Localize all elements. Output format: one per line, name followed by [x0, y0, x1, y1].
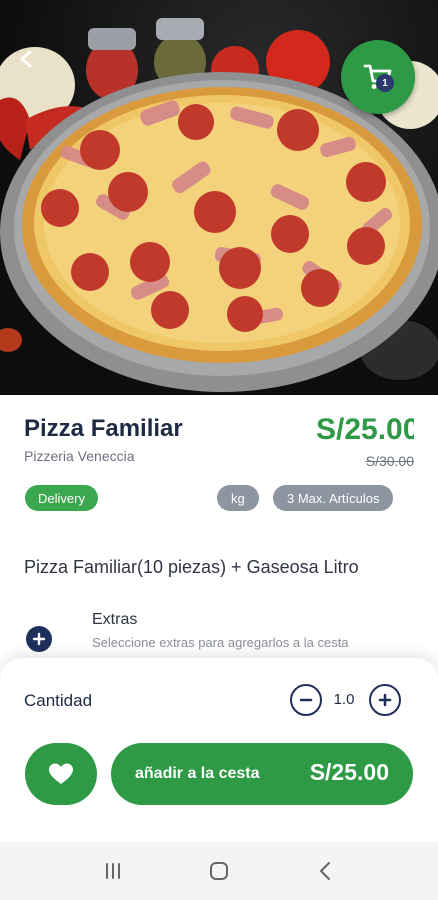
add-to-cart-sheet: Cantidad 1.0 añadir a la cesta S/25.00: [0, 658, 438, 842]
heart-icon: [49, 763, 73, 784]
max-items-badge: 3 Max. Artículos: [273, 485, 394, 511]
system-navigation-bar: [0, 842, 438, 900]
nav-back-button[interactable]: [305, 851, 345, 891]
add-extras-button[interactable]: [26, 626, 52, 652]
home-icon: [210, 862, 228, 880]
product-description: Pizza Familiar(10 piezas) + Gaseosa Litr…: [24, 557, 359, 577]
quantity-increase-button[interactable]: [369, 684, 401, 716]
cart-count-badge: 1: [376, 74, 394, 92]
add-to-cart-price: S/25.00: [309, 759, 389, 785]
recents-icon: [106, 863, 120, 879]
plus-circle-icon: [32, 632, 46, 646]
back-chevron-icon: [320, 862, 330, 880]
unit-badge: kg: [217, 485, 259, 511]
add-to-cart-label: añadir a la cesta: [135, 765, 260, 782]
add-to-cart-button[interactable]: añadir a la cesta S/25.00: [111, 743, 413, 805]
favorite-button[interactable]: [25, 743, 97, 805]
product-old-price: S/30.00: [365, 453, 414, 469]
plus-circle-icon: [378, 693, 392, 707]
extras-title: Extras: [92, 611, 138, 628]
restaurant-name: Pizzeria Veneccia: [24, 448, 135, 464]
quantity-label: Cantidad: [24, 691, 93, 710]
back-button[interactable]: [16, 48, 52, 84]
extras-subtitle: Seleccione extras para agregarlos a la c…: [92, 635, 349, 650]
nav-recents-button[interactable]: [93, 851, 133, 891]
product-details: Pizza Familiar Pizzeria Veneccia S/25.00…: [0, 395, 438, 675]
delivery-badge: Delivery: [25, 485, 98, 511]
quantity-value: 1.0: [333, 691, 355, 708]
nav-home-button[interactable]: [199, 851, 239, 891]
arrow-left-icon: [20, 50, 32, 68]
product-price: S/25.00: [316, 413, 414, 446]
quantity-decrease-button[interactable]: [290, 684, 322, 716]
minus-circle-icon: [299, 698, 313, 702]
product-title: Pizza Familiar: [24, 415, 183, 442]
